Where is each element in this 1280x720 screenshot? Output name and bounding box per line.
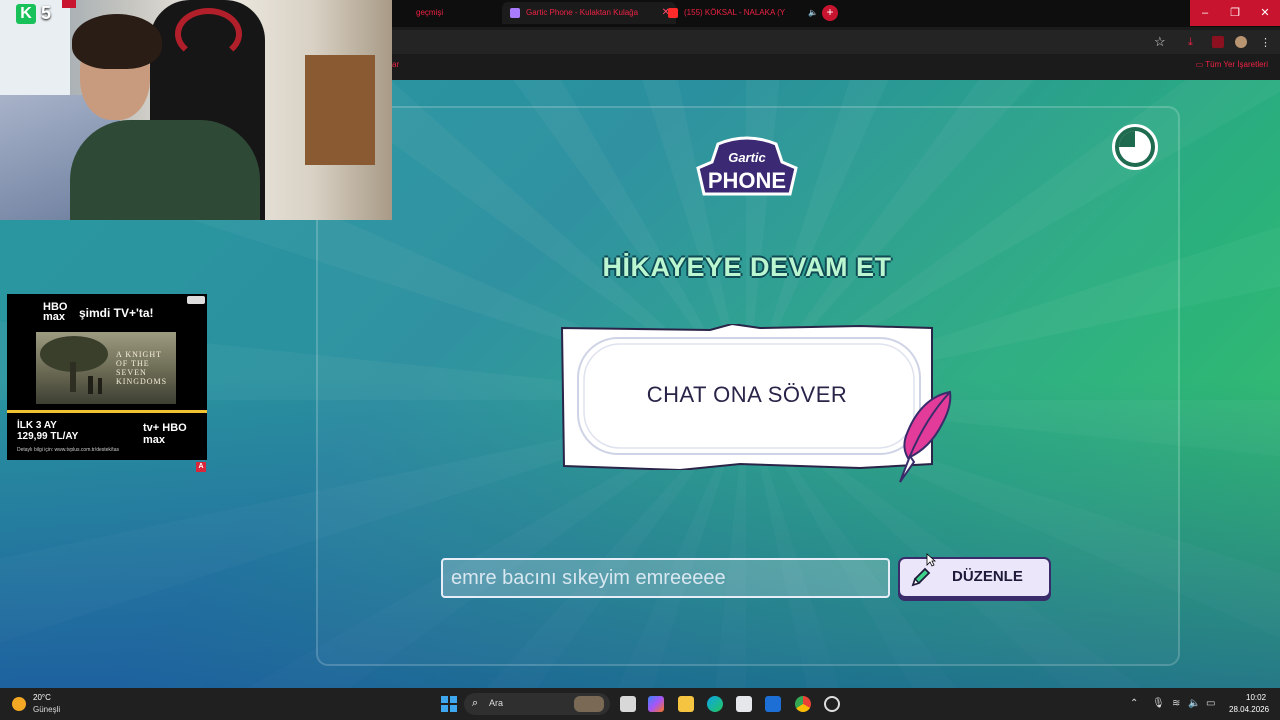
edit-button[interactable]: DÜZENLE	[898, 557, 1051, 598]
new-tab-button[interactable]: +	[822, 5, 838, 21]
timer-icon	[1112, 124, 1158, 170]
profile-avatar[interactable]	[1235, 36, 1247, 48]
gartic-favicon-icon	[510, 8, 520, 18]
ad-movie-image: A KNIGHT OF THE SEVEN KINGDOMS	[36, 332, 176, 404]
ad-fine-print: Detaylı bilgi için: www.tvplus.com.tr/de…	[17, 447, 119, 453]
ad-offer: İLK 3 AY 129,99 TL/AY	[17, 420, 78, 442]
ad-choices-icon[interactable]: A	[196, 462, 206, 472]
logo-bottom-text: PHONE	[708, 168, 786, 193]
ad-headline: şimdi TV+'ta!	[79, 306, 154, 320]
weather-temperature[interactable]: 20°C	[33, 693, 51, 702]
ad-tvplus-badge: tv+ HBO max	[143, 422, 187, 446]
ad-offer-line2: 129,99 TL/AY	[17, 431, 79, 442]
maximize-button[interactable]: ❐	[1220, 0, 1250, 26]
ad-hbo-logo: HBO max	[43, 301, 68, 323]
chrome-icon[interactable]	[795, 696, 811, 712]
weather-condition[interactable]: Güneşli	[33, 705, 60, 714]
download-icon[interactable]: ⤓	[1188, 36, 1200, 48]
battery-icon[interactable]: ▭	[1206, 698, 1215, 709]
story-input[interactable]	[441, 558, 890, 598]
app-circle-icon[interactable]	[824, 696, 840, 712]
mouse-cursor-icon	[926, 553, 936, 567]
address-bar[interactable]: ☆ ⤓ ⋮	[392, 30, 1280, 54]
tab-gartic-phone[interactable]: Gartic Phone - Kulaktan Kulağa ✕	[502, 2, 676, 24]
microsoft-store-icon[interactable]	[736, 696, 752, 712]
tab-gartic-label: Gartic Phone - Kulaktan Kulağa	[526, 8, 639, 17]
taskbar-time[interactable]: 10:02	[1246, 693, 1266, 702]
browser-chrome: geçmişi ✕ Gartic Phone - Kulaktan Kulağa…	[392, 0, 1280, 80]
ad-close-icon[interactable]	[187, 296, 205, 304]
wifi-icon[interactable]: ≋	[1172, 698, 1180, 709]
viewer-count: 5	[41, 3, 52, 23]
menu-dots-icon[interactable]: ⋮	[1260, 36, 1272, 49]
pencil-icon	[910, 566, 932, 588]
tab-youtube[interactable]: (155) KÖKSAL - NALAKA (Y 🔈 ✕	[660, 2, 840, 24]
outlook-icon[interactable]	[765, 696, 781, 712]
logo-top-text: Gartic	[728, 150, 766, 165]
extension-icon[interactable]	[1212, 36, 1224, 48]
minimize-button[interactable]: –	[1190, 0, 1220, 26]
close-window-button[interactable]: ✕	[1250, 0, 1280, 26]
all-bookmarks-link[interactable]: ▭ Tüm Yer İşaretleri	[1196, 60, 1268, 69]
copilot-icon[interactable]	[648, 696, 664, 712]
edit-button-label: DÜZENLE	[952, 568, 1023, 585]
edge-icon[interactable]	[707, 696, 723, 712]
speaker-icon[interactable]: 🔈	[808, 2, 818, 24]
kick-logo-icon: K	[16, 4, 36, 24]
webcam-person-body	[70, 120, 260, 220]
bookmarks-bar: ar ▭ Tüm Yer İşaretleri	[392, 56, 1280, 78]
quill-pen-icon	[890, 388, 960, 488]
tray-chevron-icon[interactable]: ⌃	[1130, 698, 1138, 709]
windows-start-icon[interactable]	[441, 696, 457, 712]
red-marker	[62, 0, 76, 8]
webcam-overlay: K 5	[0, 0, 392, 220]
gartic-phone-logo: Gartic PHONE	[690, 134, 804, 202]
tab-history[interactable]: geçmişi ✕	[392, 2, 520, 24]
bookmark-star-icon[interactable]: ☆	[1154, 34, 1166, 50]
volume-icon[interactable]: 🔈	[1188, 698, 1200, 709]
microphone-icon[interactable]: 🎙	[1152, 698, 1165, 709]
all-bookmarks-label: Tüm Yer İşaretleri	[1205, 60, 1268, 69]
advertisement[interactable]: HBO max şimdi TV+'ta! A KNIGHT OF THE SE…	[7, 294, 207, 460]
search-icon: ⌕	[472, 697, 479, 709]
taskbar-search[interactable]: ⌕ Ara	[464, 693, 610, 715]
ad-divider	[7, 410, 207, 413]
bookmark-fragment-icon[interactable]: ar	[392, 60, 399, 69]
ad-tree-silhouette	[40, 336, 108, 394]
youtube-favicon-icon	[668, 8, 678, 18]
tab-history-label: geçmişi	[416, 8, 444, 17]
task-view-icon[interactable]	[620, 696, 636, 712]
webcam-person-hair	[72, 14, 162, 69]
search-highlight-image	[574, 696, 604, 712]
weather-sun-icon[interactable]	[12, 697, 26, 711]
taskbar-date[interactable]: 28.04.2026	[1229, 705, 1269, 714]
previous-story-text: CHAT ONA SÖVER	[646, 382, 848, 407]
file-explorer-icon[interactable]	[678, 696, 694, 712]
ad-offer-line1: İLK 3 AY	[17, 420, 57, 431]
tab-bar: geçmişi ✕ Gartic Phone - Kulaktan Kulağa…	[392, 0, 1280, 27]
taskbar-search-label: Ara	[489, 698, 504, 708]
webcam-chair-logo	[175, 8, 242, 60]
webcam-cabinet	[305, 55, 375, 165]
page-title: HİKAYEYE DEVAM ET	[602, 252, 892, 282]
taskbar: 20°C Güneşli ⌕ Ara ⌃ 🎙 ≋ 🔈 ▭ 10:02 28.04…	[0, 688, 1280, 720]
tab-youtube-label: (155) KÖKSAL - NALAKA (Y	[684, 8, 786, 17]
